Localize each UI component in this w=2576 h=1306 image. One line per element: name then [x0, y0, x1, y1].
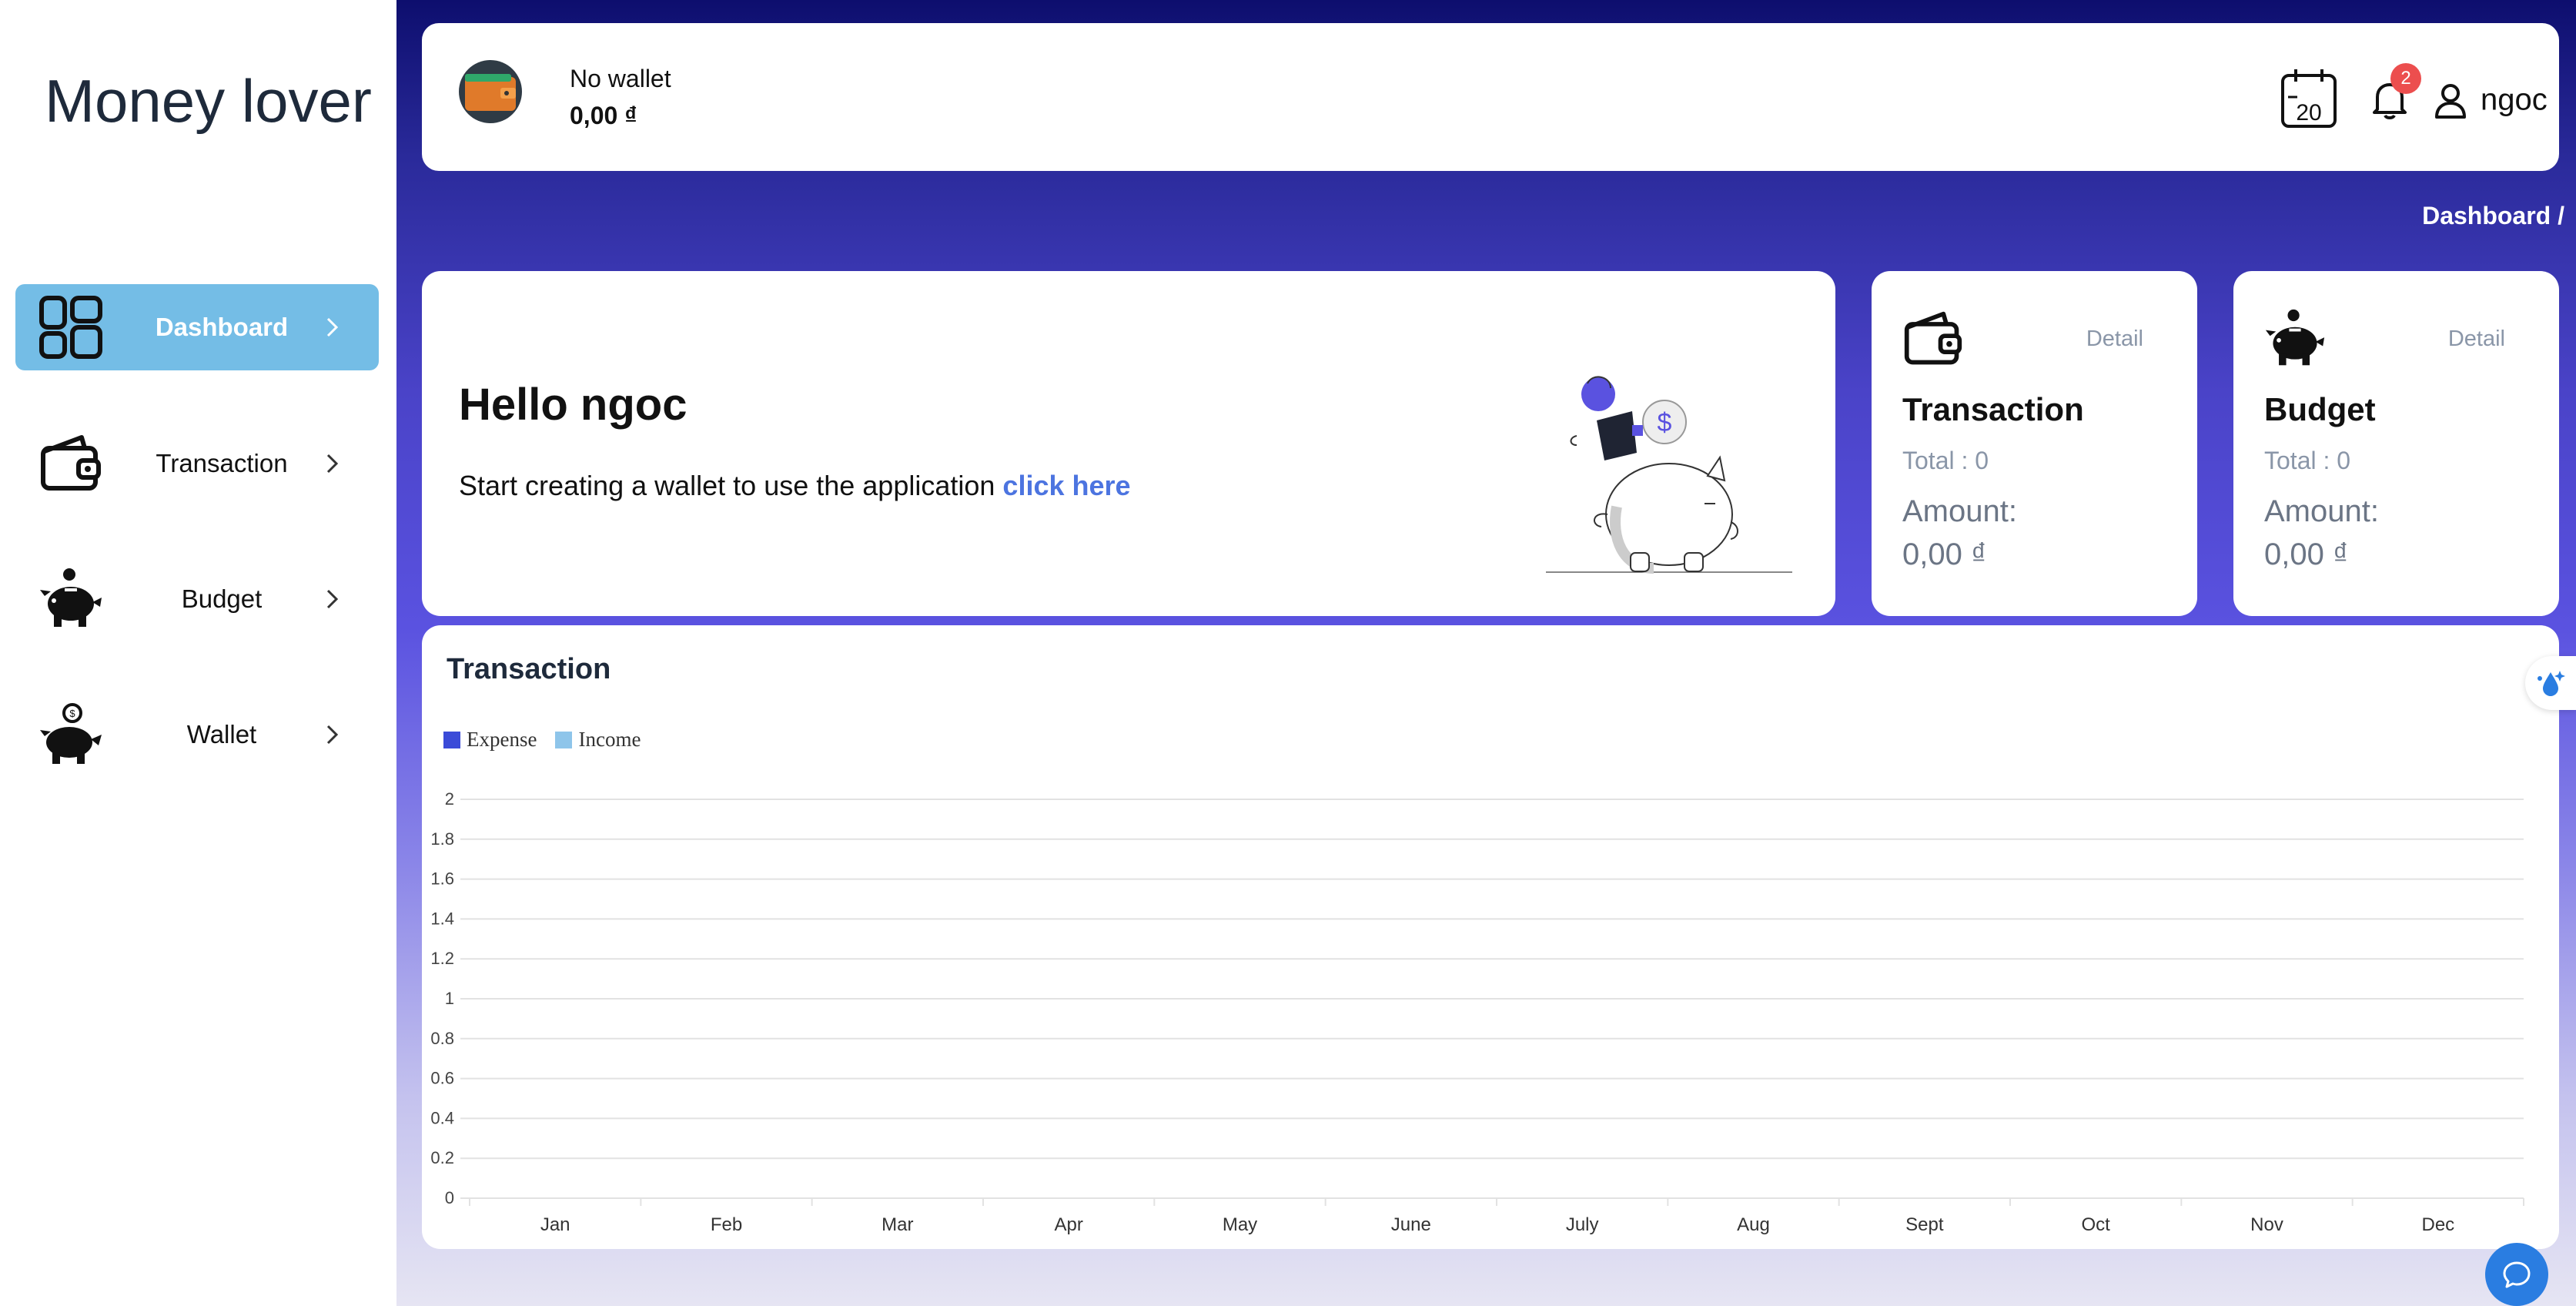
piggy-bank-icon: [38, 567, 103, 631]
sidebar-item-label: Transaction: [156, 449, 288, 477]
piggy-bank-icon: [2264, 308, 2326, 370]
y-tick-label: 0.6: [430, 1069, 454, 1088]
card-amount-label: Amount:: [2264, 494, 2379, 528]
card-amount-label: Amount:: [1902, 494, 2017, 528]
card-total: Total : 0: [1902, 447, 1989, 474]
card-title: Transaction: [1902, 391, 2084, 427]
app-title: Money lover: [45, 67, 372, 135]
x-tick-label: Oct: [2081, 1214, 2110, 1235]
card-title: Budget: [2264, 391, 2376, 427]
card-total: Total : 0: [2264, 447, 2351, 474]
welcome-title: Hello ngoc: [459, 380, 687, 430]
x-tick-label: June: [1391, 1214, 1431, 1235]
notification-badge: 2: [2390, 63, 2421, 94]
svg-text:$: $: [1658, 408, 1672, 437]
wallet-avatar-icon[interactable]: [459, 60, 522, 123]
y-tick-label: 1.6: [430, 869, 454, 889]
top-bar: No wallet 0,00 ₫ 20 2 ngoc: [422, 23, 2559, 171]
coin-piggy-icon: $: [38, 702, 103, 767]
dashboard-icon: [38, 295, 103, 360]
sidebar-item-wallet[interactable]: $ Wallet: [15, 692, 379, 778]
budget-detail-link[interactable]: Detail: [2448, 326, 2505, 352]
wallet-name: No wallet: [570, 65, 671, 92]
y-tick-label: 1.8: [430, 829, 454, 849]
breadcrumb[interactable]: Dashboard /: [2422, 202, 2564, 230]
welcome-text: Start creating a wallet to use the appli…: [459, 470, 1131, 502]
sidebar-item-label: Wallet: [186, 720, 257, 748]
sidebar-item-transaction[interactable]: Transaction: [15, 420, 379, 507]
welcome-card: Hello ngoc Start creating a wallet to us…: [422, 271, 1835, 616]
wallet-balance: 0,00 ₫: [570, 102, 637, 129]
x-tick-label: Sept: [1905, 1214, 1944, 1235]
wallet-icon: [38, 431, 103, 496]
budget-card: Detail Budget Total : 0 Amount: 0,00 ₫: [2233, 271, 2559, 616]
wallet-icon: [1902, 308, 1964, 370]
chevron-right-icon: [317, 719, 348, 750]
x-tick-label: Mar: [882, 1214, 913, 1235]
card-amount: 0,00 ₫: [1902, 537, 1987, 571]
x-tick-label: July: [1566, 1214, 1599, 1235]
transaction-detail-link[interactable]: Detail: [2086, 326, 2143, 352]
chevron-right-icon: [317, 312, 348, 343]
transaction-chart-card: Transaction Expense Income 0 0.2 0.4 0.6 0.8…: [422, 625, 2559, 1249]
card-amount: 0,00 ₫: [2264, 537, 2349, 571]
water-drop-icon[interactable]: [2525, 656, 2576, 710]
x-tick-label: May: [1223, 1214, 1257, 1235]
user-name[interactable]: ngoc: [2481, 83, 2548, 118]
y-tick-label: 2: [445, 789, 454, 809]
calendar-day: 20: [2296, 100, 2321, 126]
sidebar-item-dashboard[interactable]: Dashboard: [15, 284, 379, 370]
x-tick-label: Jan: [540, 1214, 570, 1235]
sidebar-item-label: Budget: [181, 584, 263, 613]
sidebar-item-label: Dashboard: [155, 313, 289, 341]
x-tick-label: Feb: [711, 1214, 742, 1235]
calendar-icon[interactable]: 20: [2280, 68, 2337, 129]
y-tick-label: 0.8: [430, 1029, 454, 1048]
y-tick-label: 1.4: [430, 909, 454, 928]
y-tick-label: 1: [445, 989, 454, 1008]
x-tick-label: Nov: [2250, 1214, 2283, 1235]
user-icon[interactable]: [2434, 83, 2467, 119]
chat-button[interactable]: [2485, 1243, 2548, 1306]
create-wallet-link[interactable]: click here: [1002, 470, 1130, 501]
chevron-right-icon: [317, 584, 348, 614]
y-tick-label: 0.4: [430, 1108, 454, 1127]
chevron-right-icon: [317, 448, 348, 479]
piggy-bank-illustration-icon: $: [1546, 337, 1808, 576]
main-content: No wallet 0,00 ₫ 20 2 ngoc Dashboard / H…: [396, 0, 2576, 1306]
chat-icon: [2503, 1261, 2531, 1288]
sidebar: Money lover Dashboard Transaction Budget…: [0, 0, 396, 1306]
x-tick-label: Apr: [1054, 1214, 1082, 1235]
y-tick-label: 0.2: [430, 1148, 454, 1167]
sidebar-item-budget[interactable]: Budget: [15, 556, 379, 642]
svg-text:$: $: [69, 708, 75, 719]
welcome-message: Start creating a wallet to use the appli…: [459, 470, 1003, 501]
y-tick-label: 1.2: [430, 949, 454, 968]
y-tick-label: 0: [445, 1188, 454, 1207]
x-tick-label: Dec: [2421, 1214, 2454, 1235]
chart-plot: 0 0.2 0.4 0.6 0.8 1 1.2 1.4 1.6 1.8 2 Jan Feb Mar Apr M…: [430, 789, 2524, 1235]
transaction-card: Detail Transaction Total : 0 Amount: 0,0…: [1872, 271, 2197, 616]
x-tick-label: Aug: [1737, 1214, 1770, 1235]
